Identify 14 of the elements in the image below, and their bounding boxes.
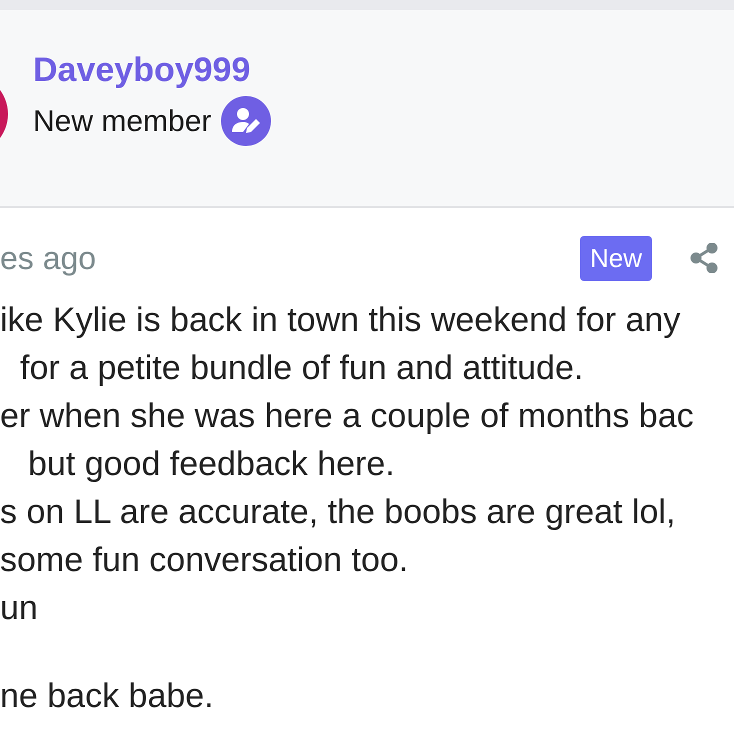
username[interactable]: Daveyboy999 [33,50,272,90]
user-edit-icon [221,96,272,146]
post-text-line: un [0,588,39,629]
share-icon[interactable] [690,243,718,273]
post-text-line: ike Kylie is back in town this weekend for any [0,300,682,341]
post-time: es ago [0,239,96,278]
post-text-line: some fun conversation too. [0,540,410,581]
member-role: New member [33,104,212,140]
new-badge: New [580,236,652,280]
post-text-line: ne back babe. [0,676,215,717]
post-text-line: for a petite bundle of fun and attitude. [19,348,584,389]
post-text-line: er when she was here a couple of months bac [0,396,695,437]
post-text-line: but good feedback here. [27,444,396,485]
post-text-line: s on LL are accurate, the boobs are great lol, [0,492,676,533]
